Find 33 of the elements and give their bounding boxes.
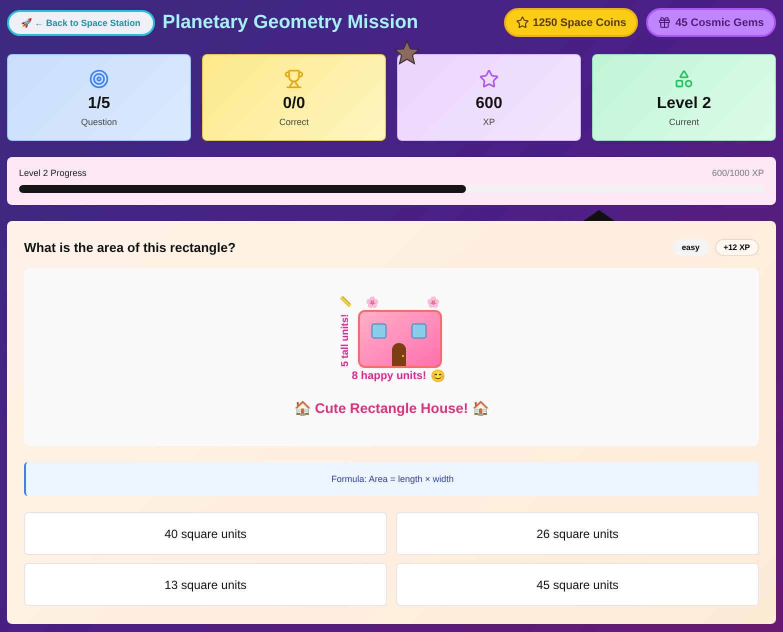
star-icon — [393, 40, 421, 66]
target-icon — [89, 68, 109, 88]
height-label: 5 tall units! — [340, 314, 352, 367]
stat-value: 1/5 — [88, 94, 110, 112]
flower-emoji: 🌸 — [426, 298, 440, 310]
answer-option[interactable]: 13 square units — [24, 563, 387, 606]
trophy-icon — [284, 68, 304, 88]
star-icon — [479, 68, 499, 88]
page-title: Planetary Geometry Mission — [162, 12, 420, 34]
gems-badge: 45 Cosmic Gems — [646, 8, 776, 37]
flower-emoji: 🌸 — [366, 298, 380, 310]
stat-label: Correct — [279, 116, 309, 126]
stat-value: 0/0 — [282, 94, 306, 112]
progress-reading: 600/1000 XP — [712, 168, 764, 178]
progress-label: Level 2 Progress — [19, 168, 87, 178]
answer-option[interactable]: 26 square units — [396, 512, 759, 555]
stat-value: 600 — [476, 94, 502, 112]
ruler-emoji: 📏 — [340, 298, 352, 308]
stat-value: Level 2 — [656, 94, 712, 112]
illustration-caption: 🏠 Cute Rectangle House! 🏠 — [294, 400, 490, 416]
width-label: 8 happy units! — [352, 370, 426, 382]
coins-badge: 1250 Space Coins — [504, 8, 638, 37]
stat-label: XP — [482, 116, 495, 126]
stat-label: Question — [80, 116, 118, 126]
reward-tag: +12 XP — [714, 239, 759, 256]
answer-option[interactable]: 45 square units — [396, 563, 759, 606]
formula-hint: Formula: Area = length × width — [24, 462, 759, 496]
difficulty-tag: easy — [672, 239, 709, 256]
shapes-icon — [674, 68, 694, 88]
question-text: What is the area of this rectangle? — [24, 240, 236, 255]
answer-option[interactable]: 40 square units — [24, 512, 387, 555]
smiley-emoji: 😊 — [430, 370, 446, 382]
stat-label: Current — [668, 116, 699, 126]
